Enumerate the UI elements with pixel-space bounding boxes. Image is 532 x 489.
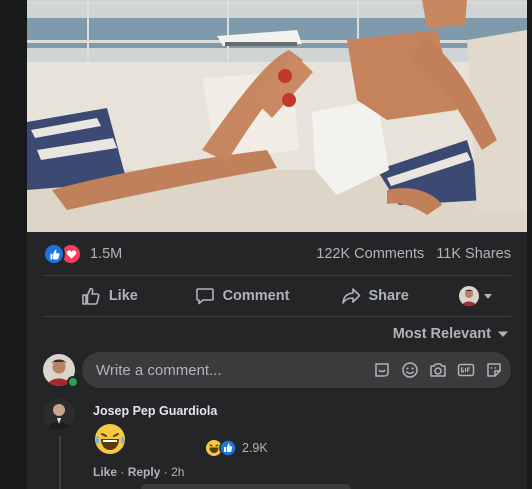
post-actions: Like Comment Share [43, 276, 511, 316]
reaction-count[interactable]: 1.5M [90, 246, 122, 262]
divider [43, 316, 511, 317]
like-label: Like [108, 288, 138, 304]
commenter-name[interactable]: Josep Pep Guardiola [93, 404, 217, 418]
comment-item: Josep Pep Guardiola 2.9K Like · Reply · … [43, 398, 511, 489]
comment-input[interactable] [94, 360, 372, 380]
avatar-sticker-icon[interactable] [372, 361, 391, 380]
comment-like-link[interactable]: Like [93, 465, 117, 479]
comment-meta: Like · Reply · 2h [93, 465, 185, 479]
reaction-summary[interactable]: 1.5M [43, 243, 122, 265]
gif-icon[interactable] [456, 361, 475, 380]
thread-line [59, 436, 61, 489]
comment-reaction-count: 2.9K [242, 441, 268, 455]
sort-label: Most Relevant [392, 326, 491, 342]
comment-reactions[interactable]: 2.9K [205, 438, 268, 458]
reply-preview[interactable] [141, 484, 351, 489]
commenter-avatar[interactable] [43, 398, 75, 430]
comment-input-container[interactable] [82, 352, 511, 388]
share-button[interactable]: Share [308, 278, 441, 314]
comment-label: Comment [222, 288, 290, 304]
caret-down-icon [498, 331, 508, 337]
like-button[interactable]: Like [43, 278, 176, 314]
post-stats: 1.5M 122K Comments 11K Shares [43, 242, 511, 266]
online-status-dot [67, 376, 79, 388]
share-icon [341, 288, 360, 304]
post-card: 1.5M 122K Comments 11K Shares Like Comme… [27, 0, 527, 489]
like-reaction-icon [219, 439, 237, 457]
post-photo[interactable] [27, 0, 527, 232]
comment-count[interactable]: 122K Comments [316, 246, 424, 262]
share-count[interactable]: 11K Shares [436, 246, 511, 262]
emoji-icon[interactable] [400, 361, 419, 380]
comment-icon [195, 288, 214, 305]
comment-composer [43, 352, 511, 388]
sticker-icon[interactable] [484, 361, 503, 380]
comment-sort-dropdown[interactable]: Most Relevant [393, 326, 509, 342]
like-reaction-icon [43, 243, 65, 265]
caret-down-icon [484, 294, 493, 299]
comment-button[interactable]: Comment [176, 278, 309, 314]
thumbs-up-icon [82, 287, 100, 305]
avatar [459, 286, 480, 306]
camera-icon[interactable] [428, 361, 447, 380]
comment-reply-link[interactable]: Reply [128, 465, 161, 479]
laughing-tears-emoji-icon [93, 422, 127, 461]
react-as-selector[interactable] [441, 278, 511, 314]
share-label: Share [368, 288, 409, 304]
comment-timestamp[interactable]: 2h [171, 465, 184, 479]
